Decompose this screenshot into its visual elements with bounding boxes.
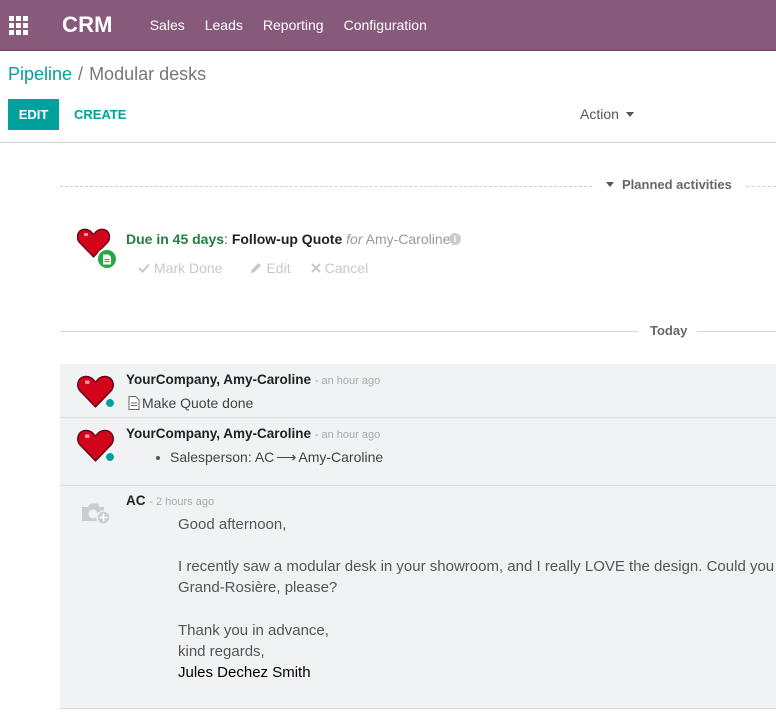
- top-navbar: CRM Sales Leads Reporting Configuration: [0, 0, 776, 51]
- online-status-dot: [105, 398, 115, 408]
- breadcrumb-current: Modular desks: [89, 64, 207, 84]
- message-author: AC - 2 hours ago: [126, 493, 214, 508]
- message-separator: [60, 708, 776, 709]
- email-line: kind regards,: [178, 643, 265, 660]
- message-author: YourCompany, Amy-Caroline - an hour ago: [126, 372, 380, 387]
- menu-item-configuration[interactable]: Configuration: [334, 0, 437, 51]
- activity-type-badge[interactable]: [96, 248, 118, 270]
- bullet-icon: [156, 456, 160, 461]
- caret-down-icon: [625, 111, 634, 117]
- activity-colon: :: [224, 231, 228, 247]
- pencil-icon: [251, 263, 262, 273]
- activity-for: for: [346, 231, 363, 247]
- activity-actions: Mark Done Edit Cancel: [138, 260, 368, 276]
- author-name[interactable]: YourCompany, Amy-Caroline: [126, 372, 311, 387]
- today-separator-left: [60, 331, 638, 332]
- message-body: Make Quote done: [128, 395, 253, 411]
- action-label: Action: [580, 106, 619, 122]
- control-panel-divider: [0, 142, 776, 143]
- email-line: I recently saw a modular desk in your sh…: [178, 558, 775, 575]
- edit-button[interactable]: EDIT: [8, 99, 59, 130]
- email-line: Good afternoon,: [178, 516, 287, 533]
- tracking-new-value: Amy-Caroline: [298, 449, 384, 465]
- activity-user: Amy-Caroline: [365, 231, 451, 247]
- today-label: Today: [650, 323, 688, 338]
- times-icon: [310, 263, 321, 273]
- create-button[interactable]: CREATE: [66, 99, 134, 130]
- camera-placeholder-icon[interactable]: [80, 500, 112, 526]
- activity-cancel-button[interactable]: Cancel: [310, 260, 369, 276]
- breadcrumb-separator: /: [78, 64, 84, 84]
- apps-menu-button[interactable]: [0, 0, 37, 51]
- check-icon: [138, 263, 150, 273]
- message-item: [60, 486, 776, 708]
- planned-separator-right: [746, 186, 776, 187]
- message-time: - 2 hours ago: [149, 496, 215, 508]
- activity-type: Follow-up Quote: [231, 231, 343, 247]
- today-separator-right: [697, 331, 776, 332]
- tracking-value: Salesperson: AC ⟶ Amy-Caroline: [156, 449, 383, 466]
- email-line: Grand-Rosière, please?: [178, 579, 338, 596]
- menu-item-leads[interactable]: Leads: [195, 0, 253, 51]
- email-signature: Jules Dechez Smith: [178, 664, 311, 681]
- message-time: - an hour ago: [314, 375, 381, 387]
- online-status-dot: [105, 452, 115, 462]
- email-line: Thank you in advance,: [178, 622, 329, 639]
- caret-down-icon: [606, 182, 614, 187]
- activity-cancel-label: Cancel: [324, 260, 369, 276]
- app-brand[interactable]: CRM: [62, 12, 113, 38]
- breadcrumb-pipeline-link[interactable]: Pipeline: [8, 64, 72, 84]
- document-icon: [103, 254, 111, 264]
- activity-edit-button[interactable]: Edit: [250, 260, 291, 276]
- arrow-right-icon: ⟶: [276, 449, 297, 465]
- tracking-field: Salesperson: AC: [170, 449, 275, 465]
- file-icon: [128, 396, 140, 410]
- main-menu: Sales Leads Reporting Configuration: [140, 0, 437, 51]
- mark-done-button[interactable]: Mark Done: [138, 260, 222, 276]
- message-author: YourCompany, Amy-Caroline - an hour ago: [126, 426, 380, 441]
- mark-done-label: Mark Done: [154, 260, 223, 276]
- planned-separator-left: [60, 186, 592, 187]
- menu-item-reporting[interactable]: Reporting: [253, 0, 334, 51]
- author-name[interactable]: YourCompany, Amy-Caroline: [126, 426, 311, 441]
- activity-summary: Due in 45 days: Follow-up Quote for Amy-…: [126, 231, 450, 247]
- author-name[interactable]: AC: [126, 493, 146, 508]
- apps-grid-icon: [9, 15, 28, 35]
- action-dropdown[interactable]: Action: [580, 106, 634, 122]
- message-time: - an hour ago: [314, 429, 381, 441]
- info-icon[interactable]: i: [449, 233, 461, 245]
- menu-item-sales[interactable]: Sales: [140, 0, 195, 51]
- planned-activities-title: Planned activities: [622, 177, 732, 192]
- message-body-text: Make Quote done: [142, 395, 254, 411]
- breadcrumb: Pipeline / Modular desks: [8, 64, 206, 85]
- planned-activities-toggle[interactable]: Planned activities: [606, 177, 732, 192]
- activity-edit-label: Edit: [266, 260, 291, 276]
- activity-due: Due in 45 days: [126, 231, 225, 247]
